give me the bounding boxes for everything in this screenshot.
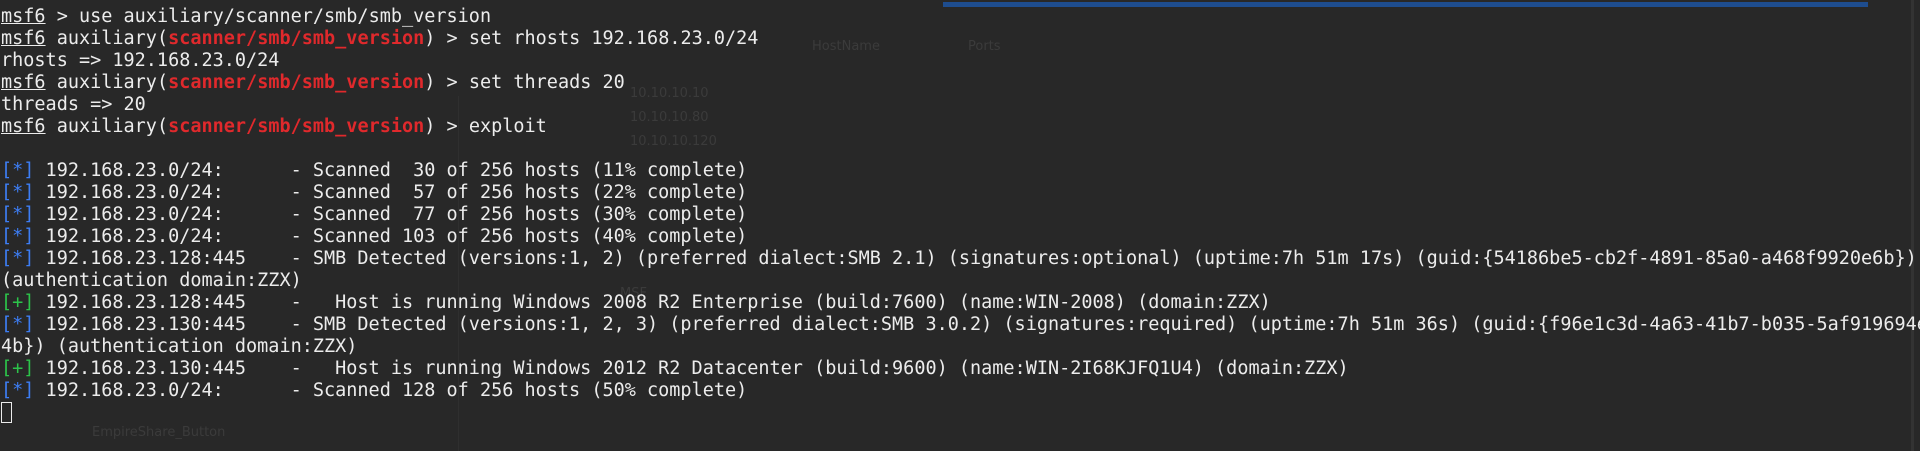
terminal-line-scan-progress: [*] 192.168.23.0/24: - Scanned 77 of 256… xyxy=(1,204,1920,226)
command-text: use auxiliary/scanner/smb/smb_version xyxy=(78,6,492,27)
scan-line-text: (authentication domain:ZZX) xyxy=(1,270,302,291)
prompt-module-prefix: auxiliary( xyxy=(56,116,169,137)
scan-line-text: 192.168.23.0/24: - Scanned 103 of 256 ho… xyxy=(34,226,748,247)
terminal-line-set-threads: msf6 auxiliary(scanner/smb/smb_version) … xyxy=(1,72,1920,94)
prompt-module-name: scanner/smb/smb_version xyxy=(168,116,425,137)
terminal-line-use: msf6 > use auxiliary/scanner/smb/smb_ver… xyxy=(1,6,1920,28)
prompt-name: msf6 xyxy=(1,72,46,93)
terminal-output: msf6 > use auxiliary/scanner/smb/smb_ver… xyxy=(1,6,1920,424)
prompt-arrow: > xyxy=(435,116,469,137)
prompt-name: msf6 xyxy=(1,6,46,27)
prompt-arrow: > xyxy=(435,28,469,49)
output-text: rhosts => 192.168.23.0/24 xyxy=(1,50,280,71)
prompt-module-suffix: ) xyxy=(424,116,436,137)
scan-line-text: 192.168.23.0/24: - Scanned 128 of 256 ho… xyxy=(34,380,748,401)
prompt-name: msf6 xyxy=(1,116,46,137)
status-info-marker: [*] xyxy=(1,182,35,203)
prompt-module-suffix: ) xyxy=(424,72,436,93)
scan-line-text: 192.168.23.128:445 - Host is running Win… xyxy=(34,292,1271,313)
prompt-module-prefix: auxiliary( xyxy=(56,72,169,93)
prompt-arrow: > xyxy=(435,72,469,93)
prompt-module-prefix: auxiliary( xyxy=(56,28,169,49)
status-info-marker: [*] xyxy=(1,204,35,225)
scan-line-text: 192.168.23.0/24: - Scanned 77 of 256 hos… xyxy=(34,204,748,225)
prompt-module-suffix: ) xyxy=(424,28,436,49)
terminal-line-scan-progress: [*] 192.168.23.0/24: - Scanned 103 of 25… xyxy=(1,226,1920,248)
text-cursor[interactable] xyxy=(1,402,12,423)
prompt-module-name: scanner/smb/smb_version xyxy=(168,28,425,49)
prompt-arrow: > xyxy=(45,6,79,27)
terminal-line-host-os: [+] 192.168.23.128:445 - Host is running… xyxy=(1,292,1920,314)
terminal-line-rhosts-output: rhosts => 192.168.23.0/24 xyxy=(1,50,1920,72)
scan-line-text: 192.168.23.0/24: - Scanned 57 of 256 hos… xyxy=(34,182,748,203)
command-text: set rhosts 192.168.23.0/24 xyxy=(468,28,759,49)
terminal-line-wrap: (authentication domain:ZZX) xyxy=(1,270,1920,292)
prompt-module-name: scanner/smb/smb_version xyxy=(168,72,425,93)
terminal-line-exploit: msf6 auxiliary(scanner/smb/smb_version) … xyxy=(1,116,1920,138)
scan-line-text: 4b}) (authentication domain:ZZX) xyxy=(1,336,358,357)
status-info-marker: [*] xyxy=(1,314,35,335)
scan-line-text: 192.168.23.130:445 - Host is running Win… xyxy=(34,358,1349,379)
terminal-line-host-os: [+] 192.168.23.130:445 - Host is running… xyxy=(1,358,1920,380)
terminal-line-scan-progress: [*] 192.168.23.0/24: - Scanned 30 of 256… xyxy=(1,160,1920,182)
prompt-name: msf6 xyxy=(1,28,46,49)
terminal-window[interactable]: HostName Ports 10.10.10.10 10.10.10.80 1… xyxy=(0,0,1920,451)
terminal-line-smb-detected: [*] 192.168.23.130:445 - SMB Detected (v… xyxy=(1,314,1920,336)
command-text: exploit xyxy=(468,116,547,137)
terminal-line-scan-progress: [*] 192.168.23.0/24: - Scanned 128 of 25… xyxy=(1,380,1920,402)
terminal-line-wrap: 4b}) (authentication domain:ZZX) xyxy=(1,336,1920,358)
terminal-line-threads-output: threads => 20 xyxy=(1,94,1920,116)
background-footer-label: EmpireShare_Button xyxy=(92,425,226,440)
terminal-line-cursor[interactable] xyxy=(1,402,1920,424)
scan-line-text: 192.168.23.128:445 - SMB Detected (versi… xyxy=(34,248,1917,269)
command-text: set threads 20 xyxy=(468,72,625,93)
terminal-line-scan-progress: [*] 192.168.23.0/24: - Scanned 57 of 256… xyxy=(1,182,1920,204)
status-info-marker: [*] xyxy=(1,160,35,181)
status-info-marker: [*] xyxy=(1,226,35,247)
output-text: threads => 20 xyxy=(1,94,146,115)
status-good-marker: [+] xyxy=(1,292,35,313)
terminal-line-smb-detected: [*] 192.168.23.128:445 - SMB Detected (v… xyxy=(1,248,1920,270)
status-good-marker: [+] xyxy=(1,358,35,379)
status-info-marker: [*] xyxy=(1,380,35,401)
status-info-marker: [*] xyxy=(1,248,35,269)
scan-line-text: 192.168.23.0/24: - Scanned 30 of 256 hos… xyxy=(34,160,748,181)
scan-line-text: 192.168.23.130:445 - SMB Detected (versi… xyxy=(34,314,1920,335)
terminal-line-set-rhosts: msf6 auxiliary(scanner/smb/smb_version) … xyxy=(1,28,1920,50)
